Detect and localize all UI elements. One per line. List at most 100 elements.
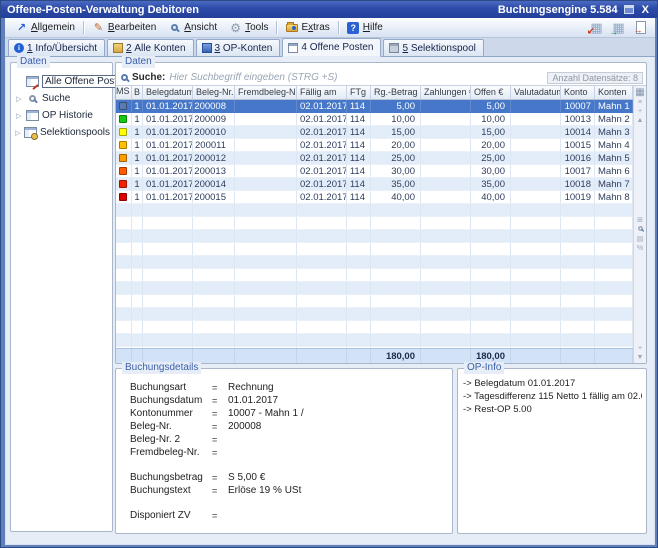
- tab-label: 2 Alle Konten: [126, 43, 186, 54]
- grid-row[interactable]: 101.01.201720001302.01.201711430,0030,00…: [116, 165, 633, 178]
- grid-cell: 200013: [193, 165, 235, 178]
- ms-status-square: [119, 167, 127, 175]
- nav-item-suche[interactable]: ▷ Suche: [15, 90, 110, 107]
- grid-cell: [132, 217, 143, 230]
- search-row[interactable]: Suche: Hier Suchbegriff eingeben (STRG +…: [116, 70, 646, 86]
- column-chooser-icon[interactable]: ▦: [635, 87, 644, 98]
- grid-cell: Mahn 3: [595, 126, 633, 139]
- grid-row[interactable]: 101.01.201720001202.01.201711425,0025,00…: [116, 152, 633, 165]
- nav-item-selektionspools[interactable]: ▷ Selektionspools: [15, 124, 110, 141]
- scroll-up-icon[interactable]: ▲: [637, 116, 644, 125]
- column-header[interactable]: Rg.-Betrag €: [371, 86, 421, 99]
- grid-cell: [132, 334, 143, 347]
- search-tree-icon: [26, 93, 39, 104]
- toolbar-right: ▦↙ ▦→ →: [588, 20, 651, 35]
- tab-offene-posten[interactable]: 4 Offene Posten: [282, 38, 381, 57]
- grid-cell: [116, 230, 132, 243]
- grid-cell: [595, 308, 633, 321]
- grid-row[interactable]: 101.01.201720001002.01.201711415,0015,00…: [116, 126, 633, 139]
- grid-cell: [421, 100, 471, 113]
- nav-item-alle-offene-posten[interactable]: Alle Offene Posten: [15, 73, 110, 90]
- grid-cell: [421, 256, 471, 269]
- grid-row[interactable]: 101.01.201720001402.01.201711435,0035,00…: [116, 178, 633, 191]
- menu-label: Tools: [245, 22, 268, 33]
- grid-cell: [143, 282, 193, 295]
- strip-lines-icon[interactable]: ≡: [638, 98, 642, 107]
- strip-append-icon[interactable]: +: [638, 344, 642, 353]
- grid-cell: 01.01.2017: [143, 191, 193, 204]
- menu-hilfe[interactable]: ? Hilfe: [341, 19, 389, 36]
- grid-cell: 114: [347, 126, 371, 139]
- grid-cell: [471, 269, 511, 282]
- opinfo-list: -> Belegdatum 01.01.2017 -> Tagesdiffere…: [458, 369, 646, 416]
- detail-row: Buchungsart = Rechnung: [130, 381, 446, 394]
- ms-status-square: [119, 141, 127, 149]
- detail-row: Buchungsbetrag = S 5,00 €: [130, 471, 446, 484]
- help-icon: ?: [347, 21, 360, 34]
- strip-percent-icon[interactable]: %: [637, 244, 643, 253]
- grid-row[interactable]: 101.01.201720001502.01.201711440,0040,00…: [116, 191, 633, 204]
- expand-caret-icon[interactable]: ▷: [15, 129, 21, 137]
- column-header[interactable]: MS: [116, 86, 132, 99]
- strip-add-icon[interactable]: +: [638, 107, 642, 116]
- expand-caret-icon[interactable]: ▷: [15, 95, 23, 103]
- grid-cell: [116, 269, 132, 282]
- grid-cell: [511, 230, 561, 243]
- grid-cell: [297, 204, 347, 217]
- tab-selektionspool[interactable]: 5 Selektionspool: [383, 39, 483, 56]
- column-header[interactable]: Konten: [595, 86, 633, 99]
- column-header[interactable]: Belegdatum: [143, 86, 193, 99]
- menu-allgemein[interactable]: ↗ Allgemein: [9, 19, 81, 36]
- grid-row[interactable]: 101.01.201720000802.01.20171145,005,0010…: [116, 100, 633, 113]
- table-import-icon[interactable]: ▦→: [610, 20, 627, 35]
- tab-alle-konten[interactable]: 2 Alle Konten: [107, 39, 194, 56]
- column-header[interactable]: Offen €: [471, 86, 511, 99]
- column-header[interactable]: Beleg-Nr.: [193, 86, 235, 99]
- nav-item-op-historie[interactable]: ▷ OP Historie: [15, 107, 110, 124]
- close-button[interactable]: X: [640, 4, 651, 16]
- exit-icon[interactable]: →: [632, 20, 649, 35]
- grid-cell: [116, 100, 132, 113]
- history-table-icon: [26, 110, 39, 121]
- scroll-down-icon[interactable]: ▼: [637, 353, 644, 362]
- tab-op-konten[interactable]: 3 OP-Konten: [196, 39, 281, 56]
- grid-row[interactable]: 101.01.201720000902.01.201711410,0010,00…: [116, 113, 633, 126]
- tab-info-uebersicht[interactable]: i 1 Info/Übersicht: [8, 39, 105, 56]
- grid-cell: 35,00: [371, 178, 421, 191]
- menu-ansicht[interactable]: Ansicht: [162, 19, 223, 36]
- grid-cell: [511, 243, 561, 256]
- strip-list-icon[interactable]: ▤: [637, 235, 644, 244]
- grid-cell: [421, 113, 471, 126]
- grid-cell: 02.01.2017: [297, 165, 347, 178]
- grid-cell: [347, 295, 371, 308]
- maximize-button[interactable]: [624, 5, 634, 14]
- search-input[interactable]: Hier Suchbegriff eingeben (STRG +S): [169, 72, 543, 83]
- table-export-icon[interactable]: ▦↙: [588, 20, 605, 35]
- column-header[interactable]: Konto: [561, 86, 595, 99]
- column-header[interactable]: Zahlungen €: [421, 86, 471, 99]
- selection-pools-icon: [24, 127, 37, 138]
- strip-search-icon[interactable]: [637, 225, 644, 235]
- expand-caret-icon[interactable]: ▷: [15, 112, 23, 120]
- column-header[interactable]: Fällig am: [297, 86, 347, 99]
- grid-cell: [297, 269, 347, 282]
- menu-extras[interactable]: Extras: [279, 19, 335, 36]
- column-header[interactable]: FTg: [347, 86, 371, 99]
- record-count-badge: Anzahl Datensätze: 8: [547, 72, 643, 84]
- grid-cell: 1: [132, 139, 143, 152]
- data-grid: MS B Belegdatum Beleg-Nr. Fremdbeleg-Nr.…: [116, 86, 633, 363]
- column-header[interactable]: Fremdbeleg-Nr.: [235, 86, 297, 99]
- menu-tools[interactable]: ⚙ Tools: [223, 19, 274, 36]
- grid-cell: 114: [347, 191, 371, 204]
- grid-cell: [371, 282, 421, 295]
- column-header[interactable]: Valutadatum: [511, 86, 561, 99]
- grid-cell: [235, 178, 297, 191]
- grid-row[interactable]: 101.01.201720001102.01.201711420,0020,00…: [116, 139, 633, 152]
- menu-bearbeiten[interactable]: ✎ Bearbeiten: [86, 19, 162, 36]
- grid-cell: [595, 295, 633, 308]
- grid-cell: [595, 334, 633, 347]
- grid-cell: 114: [347, 100, 371, 113]
- strip-grid-icon[interactable]: ⊞: [637, 216, 643, 225]
- grid-cell: [235, 230, 297, 243]
- column-header[interactable]: B: [132, 86, 143, 99]
